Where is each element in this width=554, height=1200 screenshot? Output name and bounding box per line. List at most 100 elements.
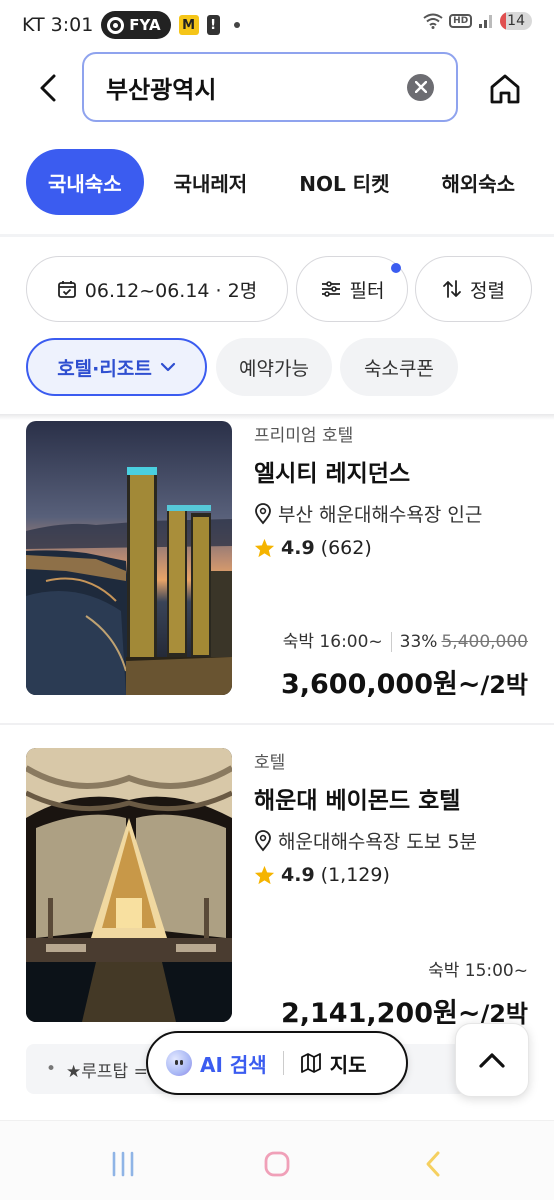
- filter-label: 필터: [349, 279, 385, 302]
- available-filter-tag[interactable]: 예약가능: [216, 338, 332, 396]
- listing-divider: [0, 723, 554, 725]
- tab-nol-ticket[interactable]: NOL 티켓: [273, 149, 415, 215]
- floating-action-bar: AI 검색 지도: [146, 1031, 408, 1095]
- home-circle-icon: [264, 1151, 290, 1177]
- calendar-icon: [57, 281, 76, 298]
- map-icon: [300, 1053, 321, 1073]
- sort-button[interactable]: 정렬: [415, 256, 532, 322]
- listing-info: 프리미엄 호텔 엘시티 레지던스 부산 해운대해수욕장 인근 4.9 (662): [254, 421, 534, 559]
- wifi-icon: [423, 13, 443, 29]
- recent-apps-button[interactable]: [108, 1149, 138, 1179]
- alert-icon: !: [206, 15, 220, 35]
- signal-icon: [479, 15, 493, 28]
- checkin-time: 숙박 15:00~: [428, 961, 528, 981]
- discount-percent: 33%: [390, 632, 438, 652]
- m-app-icon: M: [178, 15, 199, 35]
- back-arrow-icon: [426, 1151, 440, 1177]
- new-indicator-dot: [391, 263, 401, 273]
- hd-icon: HD: [449, 14, 473, 28]
- home-button[interactable]: [486, 70, 524, 108]
- location-line: 부산 해운대해수욕장 인근: [254, 500, 534, 527]
- accommodation-type-label: 호텔·리조트: [57, 357, 152, 380]
- star-icon: [254, 538, 275, 558]
- divider: [0, 234, 554, 237]
- price-meta: 숙박 15:00~: [281, 956, 528, 981]
- chevron-left-icon: [40, 74, 56, 102]
- bar-separator: [282, 1051, 284, 1075]
- system-nav-bar: [0, 1120, 554, 1200]
- accommodation-type-dropdown[interactable]: 호텔·리조트: [26, 338, 207, 396]
- review-count: (1,129): [320, 864, 390, 886]
- sort-label: 정렬: [470, 279, 505, 302]
- back-button[interactable]: [30, 70, 66, 106]
- listing-card[interactable]: 프리미엄 호텔 엘시티 레지던스 부산 해운대해수욕장 인근 4.9 (662)…: [0, 421, 554, 719]
- back-nav-button[interactable]: [418, 1149, 448, 1179]
- hotel-photo: [26, 748, 232, 1022]
- search-value[interactable]: 부산광역시: [106, 70, 407, 105]
- filter-row: 06.12~06.14 · 2명 필터 정렬: [26, 256, 554, 322]
- price-amount: 2,141,200원~: [280, 998, 481, 1029]
- listing-category: 호텔: [254, 753, 286, 773]
- price-block: 숙박 15:00~ 2,141,200원~/2박: [281, 956, 528, 1030]
- filter-button[interactable]: 필터: [296, 256, 408, 322]
- sort-arrows-icon: [443, 280, 461, 298]
- checkin-time: 숙박 16:00~: [282, 632, 383, 652]
- chevron-up-icon: [479, 1053, 505, 1068]
- battery-indicator: 14: [500, 12, 532, 30]
- map-button[interactable]: 지도: [300, 1049, 367, 1078]
- location-text: 해운대해수욕장 도보 5분: [278, 831, 477, 853]
- review-count: (662): [320, 537, 372, 559]
- location-line: 해운대해수욕장 도보 5분: [254, 827, 534, 854]
- date-guests-label: 06.12~06.14 · 2명: [84, 279, 258, 302]
- status-left: KT 3:01 FYA M !: [22, 11, 240, 39]
- status-right: HD 14: [423, 12, 532, 30]
- listing-category: 프리미엄 호텔: [254, 426, 354, 446]
- hotel-name: 해운대 베이몬드 호텔: [254, 788, 461, 814]
- search-header: 부산광역시: [0, 50, 554, 124]
- location-pin-icon: [255, 829, 271, 851]
- original-price: 5,400,000: [441, 632, 528, 652]
- tab-domestic-leisure[interactable]: 국내레저: [144, 149, 274, 215]
- record-icon: [107, 16, 125, 34]
- ai-orb-icon: [166, 1050, 192, 1076]
- hotel-name: 엘시티 레지던스: [254, 461, 411, 487]
- map-label: 지도: [329, 1052, 367, 1077]
- header-shadow: [0, 414, 554, 420]
- carrier-time: KT 3:01: [22, 14, 94, 36]
- fya-pill: FYA: [101, 11, 171, 39]
- price-nights: /2박: [480, 671, 528, 699]
- search-input[interactable]: 부산광역시: [82, 52, 458, 122]
- price-meta: 숙박 16:00~ 33% 5,400,000: [281, 627, 528, 652]
- ai-search-label: AI 검색: [200, 1052, 267, 1077]
- rating-score: 4.9: [281, 537, 315, 559]
- rating-line: 4.9 (1,129): [254, 864, 534, 886]
- fya-label: FYA: [129, 16, 161, 34]
- close-icon: [414, 81, 427, 93]
- tab-overseas-stay[interactable]: 해외숙소: [415, 149, 541, 215]
- hotel-photo: [26, 421, 232, 695]
- chevron-down-icon: [160, 362, 175, 372]
- rating-score: 4.9: [281, 864, 315, 886]
- star-icon: [254, 865, 275, 885]
- banner-text: ★루프탑 =: [66, 1061, 148, 1082]
- sliders-icon: [321, 281, 340, 297]
- location-pin-icon: [255, 502, 271, 524]
- coupon-filter-tag[interactable]: 숙소쿠폰: [340, 338, 458, 396]
- rating-line: 4.9 (662): [254, 537, 534, 559]
- location-text: 부산 해운대해수욕장 인근: [278, 504, 483, 526]
- ai-search-button[interactable]: AI 검색: [166, 1049, 267, 1078]
- clear-search-button[interactable]: [407, 73, 434, 101]
- recent-apps-icon: [112, 1151, 134, 1177]
- listing-card[interactable]: 호텔 해운대 베이몬드 호텔 해운대해수욕장 도보 5분 4.9 (1,129)…: [0, 748, 554, 1030]
- home-icon: [490, 74, 520, 104]
- home-nav-button[interactable]: [262, 1149, 292, 1179]
- listing-info: 호텔 해운대 베이몬드 호텔 해운대해수욕장 도보 5분 4.9 (1,129): [254, 748, 534, 886]
- tab-domestic-stay[interactable]: 국내숙소: [26, 149, 144, 215]
- tag-row: 호텔·리조트 예약가능 숙소쿠폰: [26, 338, 554, 396]
- date-guests-button[interactable]: 06.12~06.14 · 2명: [26, 256, 288, 322]
- more-notifications-icon: [233, 22, 240, 28]
- banner-bullet: •: [46, 1059, 57, 1079]
- scroll-to-top-button[interactable]: [455, 1023, 529, 1097]
- price-block: 숙박 16:00~ 33% 5,400,000 3,600,000원~/2박: [281, 627, 528, 701]
- price: 3,600,000원~/2박: [281, 662, 528, 701]
